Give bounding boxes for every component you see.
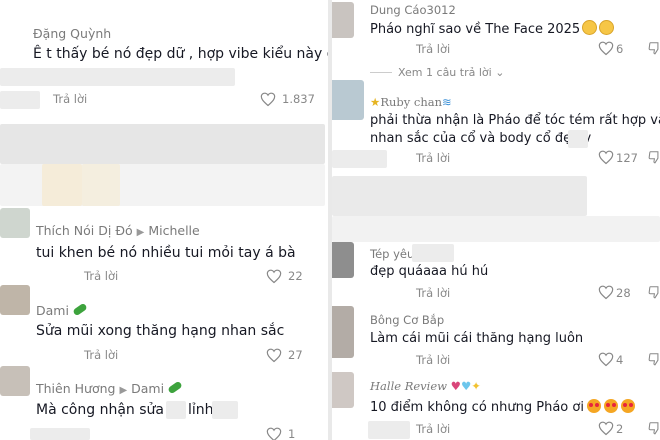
- comment-username[interactable]: Đặng Quỳnh: [33, 26, 111, 41]
- play-arrow-icon: ▶: [119, 385, 128, 396]
- blurred-area: [0, 91, 40, 109]
- reply-to-username[interactable]: Michelle: [148, 223, 199, 238]
- like-heart-icon[interactable]: [598, 421, 614, 436]
- comment-username[interactable]: Dami: [36, 303, 69, 318]
- like-heart-icon[interactable]: [260, 92, 276, 107]
- tulip-emoji-icon: ♥: [450, 379, 461, 393]
- comment-text: tui khen bé nó nhiều tui mỏi tay á bà: [36, 245, 296, 261]
- thumbs-down-icon[interactable]: [648, 421, 660, 435]
- reply-button[interactable]: Trả lời: [84, 269, 118, 283]
- like-heart-icon[interactable]: [598, 285, 614, 300]
- blurred-text: [212, 401, 238, 419]
- reply-header: Thích Nói Dị Đó ▶ Michelle: [36, 223, 200, 238]
- comment-username[interactable]: Tép yêu: [370, 247, 414, 261]
- reply-button[interactable]: Trả lời: [416, 286, 450, 300]
- like-count: 4: [616, 353, 624, 367]
- blurred-area: [30, 428, 90, 440]
- sparkles-emoji-icon: ✦: [471, 379, 481, 393]
- blurred-image: [42, 164, 82, 206]
- reply-button[interactable]: Trả lời: [53, 92, 87, 106]
- comment-text: đẹp quáaaa hú hú: [370, 264, 489, 279]
- separator-line: [370, 72, 392, 73]
- grinning-emoji-icon: [599, 20, 615, 35]
- comment-text: lỉnh: [188, 402, 214, 418]
- like-count: 1: [288, 427, 296, 440]
- pea-pod-emoji-icon: [72, 302, 88, 317]
- left-comment-panel: Đặng Quỳnh Ê t thấy bé nó đẹp dữ , hợp v…: [0, 0, 328, 440]
- blurred-image: [332, 176, 587, 216]
- blurred-area: [368, 421, 410, 439]
- like-count: 6: [616, 42, 624, 56]
- like-count: 2: [616, 422, 624, 436]
- chevron-down-icon: ⌄: [495, 66, 505, 79]
- comment-username[interactable]: Thiên Hương: [36, 381, 115, 396]
- avatar[interactable]: [332, 306, 354, 358]
- thumbs-down-icon[interactable]: [648, 352, 660, 366]
- comment-text: nhan sắc của cổ và body cổ đẹp v: [370, 131, 592, 146]
- blurred-text: [0, 68, 235, 86]
- avatar[interactable]: [332, 372, 354, 408]
- like-heart-icon[interactable]: [598, 150, 614, 165]
- grinning-emoji-icon: [582, 20, 598, 35]
- comment-text: Mà công nhận sửa: [36, 402, 164, 418]
- right-comment-panel: Dung Cáo3012 Pháo nghĩ sao về The Face 2…: [332, 0, 660, 440]
- comment-text: phải thừa nhận là Pháo để tóc tém rất hợ…: [370, 113, 660, 128]
- star-emoji-icon: ★: [370, 95, 381, 109]
- blurred-image: [332, 216, 660, 242]
- reply-button[interactable]: Trả lời: [416, 353, 450, 367]
- pea-pod-emoji-icon: [167, 380, 183, 395]
- like-count: 28: [616, 286, 631, 300]
- avatar[interactable]: [332, 80, 364, 120]
- thumbs-down-icon[interactable]: [648, 41, 660, 55]
- reply-button[interactable]: Trả lời: [416, 42, 450, 56]
- avatar[interactable]: [332, 2, 354, 38]
- comment-text: Sửa mũi xong thăng hạng nhan sắc: [36, 323, 285, 339]
- blurred-text: [412, 244, 454, 262]
- heart-eyes-emoji-icon: [586, 399, 601, 413]
- comment-username[interactable]: Halle Review: [370, 379, 447, 393]
- reply-header: Thiên Hương ▶ Dami: [36, 380, 183, 396]
- wave-emoji-icon: ≋: [442, 95, 452, 109]
- reply-to-username[interactable]: Dami: [131, 381, 164, 396]
- avatar[interactable]: [0, 366, 30, 396]
- reply-button[interactable]: Trả lời: [416, 151, 450, 165]
- like-count: 27: [288, 348, 303, 362]
- blurred-area: [332, 150, 387, 168]
- blurred-text: [568, 130, 588, 148]
- heart-eyes-emoji-icon: [620, 399, 635, 413]
- avatar[interactable]: [0, 208, 30, 238]
- like-heart-icon[interactable]: [598, 352, 614, 367]
- like-heart-icon[interactable]: [266, 269, 282, 284]
- comment-text: 10 điểm không có nhưng Pháo ơi: [370, 399, 635, 415]
- blurred-image: [82, 164, 120, 206]
- thumbs-down-icon[interactable]: [648, 285, 660, 299]
- comment-text: Pháo nghĩ sao về The Face 2025: [370, 20, 615, 37]
- avatar[interactable]: [0, 285, 30, 315]
- like-heart-icon[interactable]: [266, 348, 282, 363]
- like-count: 127: [616, 151, 638, 165]
- like-count: 22: [288, 269, 303, 283]
- comment-header: Dami: [36, 302, 88, 318]
- comment-header: Halle Review ♥♥✦: [370, 379, 481, 393]
- reply-button[interactable]: Trả lời: [84, 348, 118, 362]
- heart-eyes-emoji-icon: [603, 399, 618, 413]
- comment-username[interactable]: Ruby chan: [380, 95, 442, 109]
- reply-button[interactable]: Trả lời: [416, 422, 450, 436]
- blurred-image: [0, 124, 325, 164]
- thumbs-down-icon[interactable]: [648, 150, 660, 164]
- blue-heart-emoji-icon: ♥: [460, 379, 472, 393]
- like-heart-icon[interactable]: [598, 41, 614, 56]
- comment-header: ★Ruby chan≋: [370, 95, 452, 109]
- comment-username[interactable]: Thích Nói Dị Đó: [36, 223, 133, 238]
- avatar[interactable]: [332, 242, 354, 278]
- blurred-text: [166, 401, 186, 419]
- comment-username[interactable]: Dung Cáo3012: [370, 3, 456, 17]
- comment-text: Ê t thấy bé nó đẹp dữ , hợp vibe kiểu nà…: [33, 46, 328, 62]
- like-heart-icon[interactable]: [266, 427, 282, 440]
- play-arrow-icon: ▶: [136, 227, 145, 238]
- like-count: 1.837: [282, 92, 315, 106]
- comment-text: Làm cái mũi cái thăng hạng luôn: [370, 331, 584, 346]
- view-replies-link[interactable]: Xem 1 câu trả lời ⌄: [398, 66, 504, 79]
- comment-username[interactable]: Bông Cơ Bắp: [370, 313, 444, 327]
